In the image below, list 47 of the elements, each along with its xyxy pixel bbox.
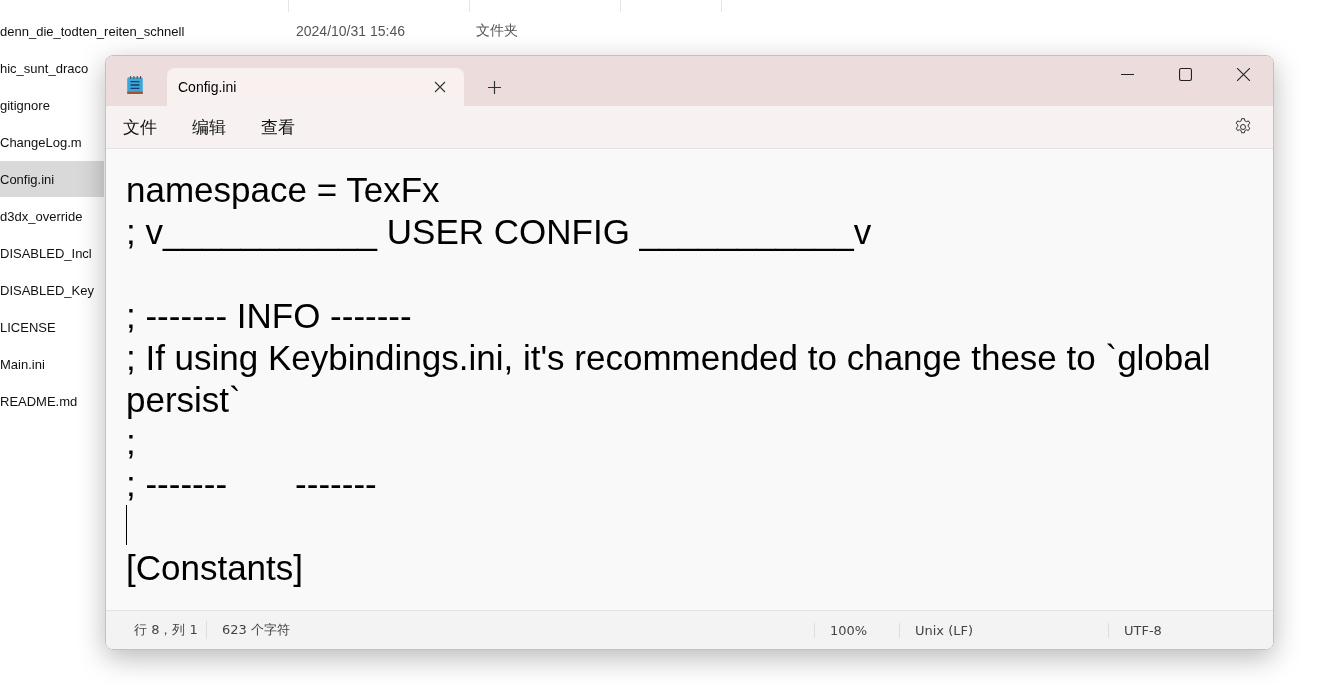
tab-label: Config.ini — [178, 79, 238, 95]
file-row[interactable]: LICENSE — [0, 309, 104, 345]
character-count: 623 个字符 — [206, 621, 814, 639]
zoom-level[interactable]: 100% — [814, 622, 899, 638]
close-icon[interactable] — [434, 81, 446, 93]
document-tab[interactable]: Config.ini — [167, 68, 464, 106]
text-line: [Constants] — [126, 547, 305, 589]
file-name: Main.ini — [0, 356, 45, 372]
text-line: ; If using Keybindings.ini, it's recommended to change these to `global persist` — [126, 337, 1212, 421]
file-name: Config.ini — [0, 171, 55, 187]
text-line: namespace = TexFx — [126, 169, 441, 211]
menu-item[interactable]: 查看 — [261, 115, 295, 139]
file-row[interactable]: denn_die_todten_reiten_schnell 2024/10/31 15:46 文件夹 — [0, 13, 1327, 49]
file-row[interactable]: DISABLED_Incl — [0, 235, 104, 271]
menu-item[interactable]: 编辑 — [192, 115, 226, 139]
maximize-icon[interactable] — [1179, 68, 1192, 81]
text-line: ; ------- INFO ------- — [126, 295, 413, 337]
notepad-icon — [126, 75, 144, 95]
file-name: d3dx_override — [0, 208, 83, 224]
cursor-position: 行 8，列 1 — [133, 621, 199, 639]
file-name: ChangeLog.m — [0, 134, 82, 150]
modified-date: 2024/10/31 15:46 — [296, 23, 406, 39]
encoding[interactable]: UTF-8 — [1108, 622, 1273, 638]
text-line: ; — [126, 421, 137, 463]
file-row[interactable]: ChangeLog.m — [0, 124, 104, 160]
close-icon[interactable] — [1237, 68, 1250, 81]
file-name: hic_sunt_draco — [0, 60, 89, 76]
file-row[interactable]: d3dx_override — [0, 198, 104, 234]
menu-item[interactable]: 文件 — [123, 115, 157, 139]
line-ending[interactable]: Unix (LF) — [899, 622, 1108, 638]
file-name: LICENSE — [0, 319, 56, 335]
file-row[interactable]: hic_sunt_draco — [0, 50, 104, 86]
text-editor[interactable]: namespace = TexFx ; v___________ USER CONFIG ___________v ; ------- INFO ------- ; If using Keybindings.ini, it's recommended to change these to `global persist` ; ; ------- ------- [Constants] — [106, 149, 1273, 610]
file-row[interactable]: gitignore — [0, 87, 104, 123]
file-name: denn_die_todten_reiten_schnell — [0, 23, 186, 39]
file-name: gitignore — [0, 97, 50, 113]
file-row[interactable]: Config.ini — [0, 161, 104, 197]
file-row[interactable]: README.md — [0, 383, 104, 419]
file-name: DISABLED_Incl — [0, 245, 92, 261]
file-row[interactable]: Main.ini — [0, 346, 104, 382]
text-line: ; v___________ USER CONFIG ___________v — [126, 211, 873, 253]
file-type: 文件夹 — [476, 22, 518, 40]
file-row[interactable]: DISABLED_Key — [0, 272, 104, 308]
file-name: DISABLED_Key — [0, 282, 94, 298]
text-line: ; ------- ------- — [126, 463, 378, 505]
file-name: README.md — [0, 393, 78, 409]
new-tab-icon[interactable] — [488, 81, 501, 94]
